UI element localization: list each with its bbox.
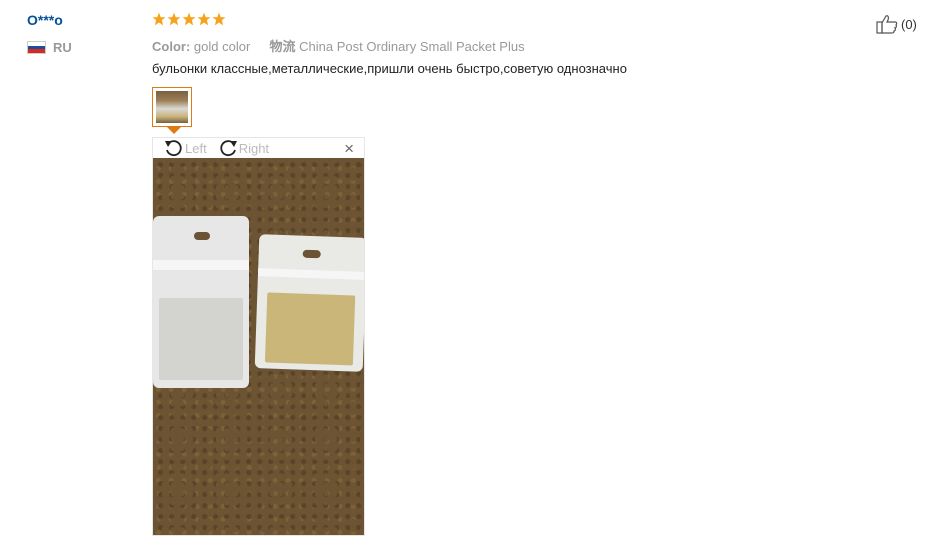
thumbnail-image [156,91,188,123]
shipping-value: China Post Ordinary Small Packet Plus [299,39,525,54]
rotate-left-button[interactable]: Left [163,138,207,158]
review-photo [153,158,364,535]
close-viewer-button[interactable]: × [344,139,354,159]
country-code: RU [53,40,72,55]
rotate-right-label: Right [238,140,270,156]
review-photo-thumbnail[interactable] [152,87,192,127]
thumbnail-pointer [167,127,181,134]
star-icon [197,12,211,26]
reviewer-name: O***o [27,12,63,28]
color-value: gold color [193,39,251,54]
rotate-left-icon [165,140,182,157]
gold-beads-bag [254,234,364,372]
review-text: бульонки классные,металлические,пришли о… [152,61,627,76]
star-rating [152,12,226,26]
star-icon [212,12,226,26]
color-label: Color: [152,39,191,54]
viewer-toolbar: Left Right × [153,138,364,158]
helpful-button[interactable]: (0) [876,14,917,34]
rotate-left-label: Left [185,140,207,156]
russia-flag-icon [27,41,46,54]
review-meta: Color: gold color 物流 China Post Ordinary… [152,36,525,55]
reviewer-country: RU [27,40,72,55]
thumbs-up-icon [876,15,898,34]
photo-viewer: Left Right × [152,137,365,536]
helpful-count: (0) [901,16,917,32]
rotate-right-icon [220,140,237,157]
star-icon [152,12,166,26]
silver-beads-bag [153,216,249,388]
rotate-right-button[interactable]: Right [217,138,269,158]
star-icon [182,12,196,26]
star-icon [167,12,181,26]
shipping-label: 物流 [269,39,296,54]
